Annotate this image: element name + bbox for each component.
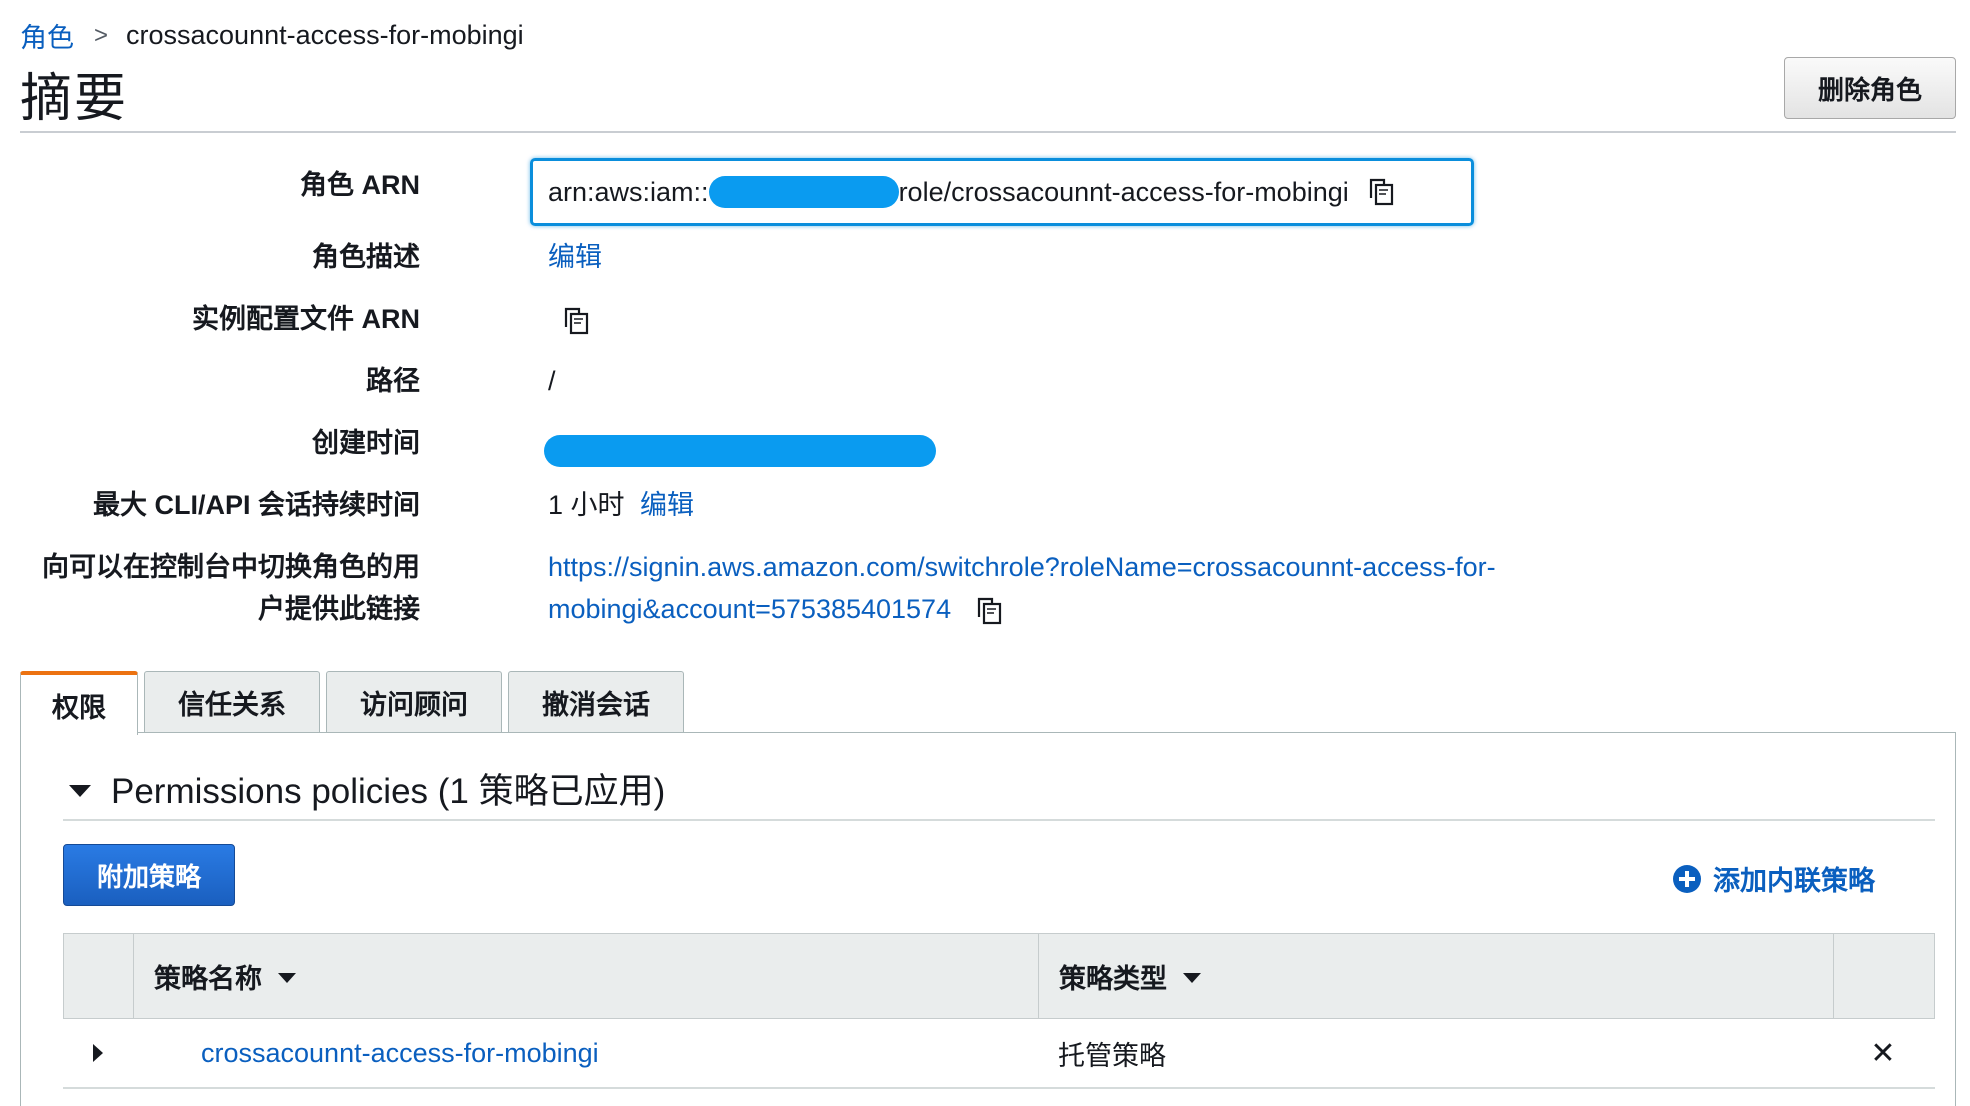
tab-bar: 权限 信任关系 访问顾问 撤消会话 <box>20 671 690 735</box>
add-inline-policy-link[interactable]: 添加内联策略 <box>1673 859 1875 898</box>
role-description-label: 角色描述 <box>312 242 420 272</box>
role-arn-field[interactable]: arn:aws:iam:: role/crossacounnt-access-f… <box>530 158 1474 226</box>
caret-down-icon <box>69 784 91 797</box>
sort-caret-icon <box>1183 973 1201 983</box>
instance-profile-label: 实例配置文件 ARN <box>192 304 420 334</box>
policy-table: 策略名称 策略类型 crossacounnt-access-for-mobing… <box>63 933 1935 1089</box>
breadcrumb-separator: > <box>94 21 109 49</box>
tab-trust-relationships[interactable]: 信任关系 <box>144 671 320 733</box>
instance-profile-value <box>560 298 592 340</box>
creation-time-redaction <box>544 434 936 467</box>
permissions-policies-title: Permissions policies (1 策略已应用) <box>111 772 666 811</box>
breadcrumb-roles-link[interactable]: 角色 <box>20 16 74 55</box>
switch-role-url-line1[interactable]: https://signin.aws.amazon.com/switchrole… <box>548 546 1496 588</box>
role-description-edit-link[interactable]: 编辑 <box>548 236 602 278</box>
account-id-redaction <box>708 176 899 208</box>
tab-access-advisor[interactable]: 访问顾问 <box>326 671 502 733</box>
header-divider <box>20 131 1956 133</box>
actions-column-header <box>1834 934 1934 1018</box>
add-inline-policy-label: 添加内联策略 <box>1713 866 1875 896</box>
remove-cell: ✕ <box>1833 1036 1933 1071</box>
table-row: crossacounnt-access-for-mobingi 托管策略 ✕ <box>63 1019 1935 1089</box>
switch-role-label-line1: 向可以在控制台中切换角色的用 <box>42 552 420 582</box>
sort-caret-icon <box>278 973 296 983</box>
tab-revoke-sessions[interactable]: 撤消会话 <box>508 671 684 733</box>
page-title: 摘要 <box>20 70 129 128</box>
policy-type-cell: 托管策略 <box>1058 1040 1166 1071</box>
permissions-panel: Permissions policies (1 策略已应用) 附加策略 添加内联… <box>20 732 1956 1106</box>
close-icon[interactable]: ✕ <box>1870 1036 1895 1071</box>
plus-circle-icon <box>1673 864 1701 893</box>
path-label: 路径 <box>366 366 420 396</box>
max-session-value: 1 小时 编辑 <box>548 484 694 526</box>
copy-icon[interactable] <box>1365 176 1397 208</box>
column-header-policy-type-label: 策略类型 <box>1059 963 1167 994</box>
path-value: / <box>548 366 556 396</box>
permissions-policies-header[interactable]: Permissions policies (1 策略已应用) <box>69 763 665 814</box>
switch-role-label: 向可以在控制台中切换角色的用 户提供此链接 <box>0 546 420 630</box>
section-divider <box>63 819 1935 821</box>
expand-column-header <box>64 934 134 1018</box>
policy-name-cell: crossacounnt-access-for-mobingi <box>133 1038 1038 1069</box>
copy-icon[interactable] <box>973 595 1005 627</box>
creation-time-value <box>544 428 936 470</box>
delete-role-button[interactable]: 删除角色 <box>1784 57 1956 119</box>
breadcrumb-current: crossacounnt-access-for-mobingi <box>126 20 524 50</box>
breadcrumb: 角色 > crossacounnt-access-for-mobingi <box>20 16 524 55</box>
copy-icon[interactable] <box>560 305 592 337</box>
row-expand-cell <box>63 1044 133 1062</box>
switch-role-url-line2[interactable]: mobingi&account=575385401574 <box>548 594 951 624</box>
role-arn-suffix: role/crossacounnt-access-for-mobingi <box>898 176 1349 207</box>
switch-role-value: https://signin.aws.amazon.com/switchrole… <box>548 546 1496 630</box>
max-session-label: 最大 CLI/API 会话持续时间 <box>92 490 420 520</box>
column-header-policy-name[interactable]: 策略名称 <box>134 934 1039 1018</box>
caret-right-icon[interactable] <box>93 1044 103 1062</box>
column-header-policy-name-label: 策略名称 <box>154 963 262 994</box>
policy-name-link[interactable]: crossacounnt-access-for-mobingi <box>201 1038 599 1068</box>
table-header: 策略名称 策略类型 <box>63 933 1935 1019</box>
role-arn-prefix: arn:aws:iam:: <box>548 176 709 207</box>
column-header-policy-type[interactable]: 策略类型 <box>1039 934 1834 1018</box>
max-session-duration: 1 小时 <box>548 490 625 520</box>
attach-policy-button[interactable]: 附加策略 <box>63 844 235 906</box>
max-session-edit-link[interactable]: 编辑 <box>640 490 694 520</box>
tab-permissions[interactable]: 权限 <box>20 671 138 735</box>
switch-role-label-line2: 户提供此链接 <box>258 594 420 624</box>
role-arn-label: 角色 ARN <box>300 170 420 200</box>
creation-time-label: 创建时间 <box>312 428 420 458</box>
